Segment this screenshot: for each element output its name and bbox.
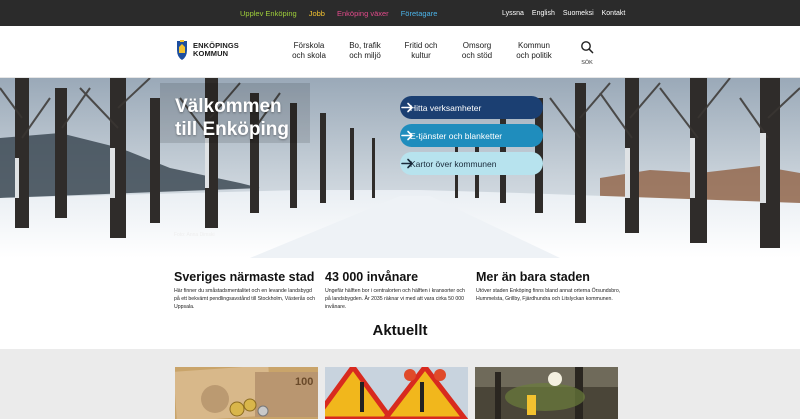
nav-label-line2: och politik (516, 51, 552, 60)
nav-item-kommun[interactable]: Kommun och politik (509, 41, 559, 61)
utility-link-suomeksi[interactable]: Suomeksi (563, 10, 594, 17)
fact-population: 43 000 invånare Ungefär hälften bor i ce… (325, 270, 470, 311)
nav-label-line2: och skola (292, 51, 326, 60)
promo-link-foretagare[interactable]: Företagare (401, 9, 438, 18)
arrow-right-icon (401, 102, 413, 113)
site-header: ENKÖPINGS KOMMUN Förskola och skola Bo, … (0, 26, 800, 78)
nav-item-omsorg[interactable]: Omsorg och stöd (454, 41, 500, 61)
banknotes-coins-image: 100 (175, 367, 318, 419)
hero-title-line2: till Enköping (175, 119, 289, 140)
nav-label-line1: Omsorg (462, 41, 492, 50)
nav-item-fritid[interactable]: Fritid och kultur (398, 41, 444, 61)
promo-link-jobb[interactable]: Jobb (309, 9, 325, 18)
search-label: SÖK (581, 60, 593, 66)
fact-closest-city: Sveriges närmaste stad Här finner du små… (174, 270, 319, 311)
hero-title-line1: Välkommen (175, 96, 282, 117)
news-card-roadwork[interactable] (325, 367, 468, 419)
fact-text: Utöver staden Enköping finns bland annat… (476, 288, 621, 302)
nav-label-line2: kultur (411, 51, 431, 60)
nav-item-bo-trafik[interactable]: Bo, trafik och miljö (342, 41, 388, 61)
find-services-button[interactable]: Hitta verksamheter (400, 96, 543, 119)
news-card-money[interactable]: 100 (175, 367, 318, 419)
hero-title: Välkommen till Enköping (175, 95, 345, 141)
fact-heading: Sveriges närmaste stad (174, 270, 315, 284)
e-services-label: E-tjänster och blanketter (410, 130, 503, 141)
utility-link-english[interactable]: English (532, 10, 555, 17)
utility-link-kontakt[interactable]: Kontakt (602, 10, 626, 17)
promo-links: Upplev Enköping Jobb Enköping växer Före… (240, 0, 437, 26)
fact-heading: 43 000 invånare (325, 270, 419, 284)
search-button[interactable]: SÖK (579, 40, 595, 66)
photo-credit: Foto: Anna Dimski (174, 232, 215, 238)
news-section: 100 (0, 349, 800, 419)
fact-more-than-city: Mer än bara staden Utöver staden Enköpin… (476, 270, 621, 303)
park-sign-image (475, 367, 618, 419)
site-logo[interactable]: ENKÖPINGS KOMMUN (175, 39, 239, 61)
nav-label-line1: Fritid och (404, 41, 438, 50)
search-icon (581, 41, 594, 54)
nav-item-forskola[interactable]: Förskola och skola (286, 41, 332, 61)
svg-text:100: 100 (295, 376, 313, 388)
top-bar: Upplev Enköping Jobb Enköping växer Före… (0, 0, 800, 26)
fact-text: Här finner du småstadsmentalitet och en … (174, 288, 316, 310)
find-services-label: Hitta verksamheter (410, 102, 482, 113)
road-signs-image (325, 367, 468, 419)
maps-button[interactable]: Kartor över kommunen (400, 152, 543, 175)
fact-heading: Mer än bara staden (476, 270, 590, 284)
e-services-button[interactable]: E-tjänster och blanketter (400, 124, 543, 147)
promo-link-upplev[interactable]: Upplev Enköping (240, 9, 297, 18)
nav-label-line1: Förskola (293, 41, 325, 50)
nav-label-line2: och stöd (461, 51, 493, 60)
hero-banner: Välkommen till Enköping Foto: Anna Dimsk… (0, 78, 800, 258)
nav-label-line2: och miljö (349, 51, 381, 60)
promo-link-enkoping-vaxer[interactable]: Enköping växer (337, 9, 389, 18)
utility-link-lyssna[interactable]: Lyssna (502, 10, 524, 17)
nav-label-line1: Kommun (517, 41, 550, 50)
fact-text: Ungefär hälften bor i centralorten och h… (325, 288, 465, 310)
logo-text-line2: KOMMUN (193, 49, 229, 58)
arrow-right-icon (401, 130, 413, 141)
maps-label: Kartor över kommunen (410, 158, 497, 169)
coat-of-arms-icon (177, 40, 187, 60)
news-section-heading: Aktuellt (372, 322, 428, 339)
nav-label-line1: Bo, trafik (349, 41, 381, 50)
news-card-park[interactable] (475, 367, 618, 419)
utility-links: Lyssna English Suomeksi Kontakt (502, 0, 625, 26)
arrow-right-icon (401, 158, 413, 169)
